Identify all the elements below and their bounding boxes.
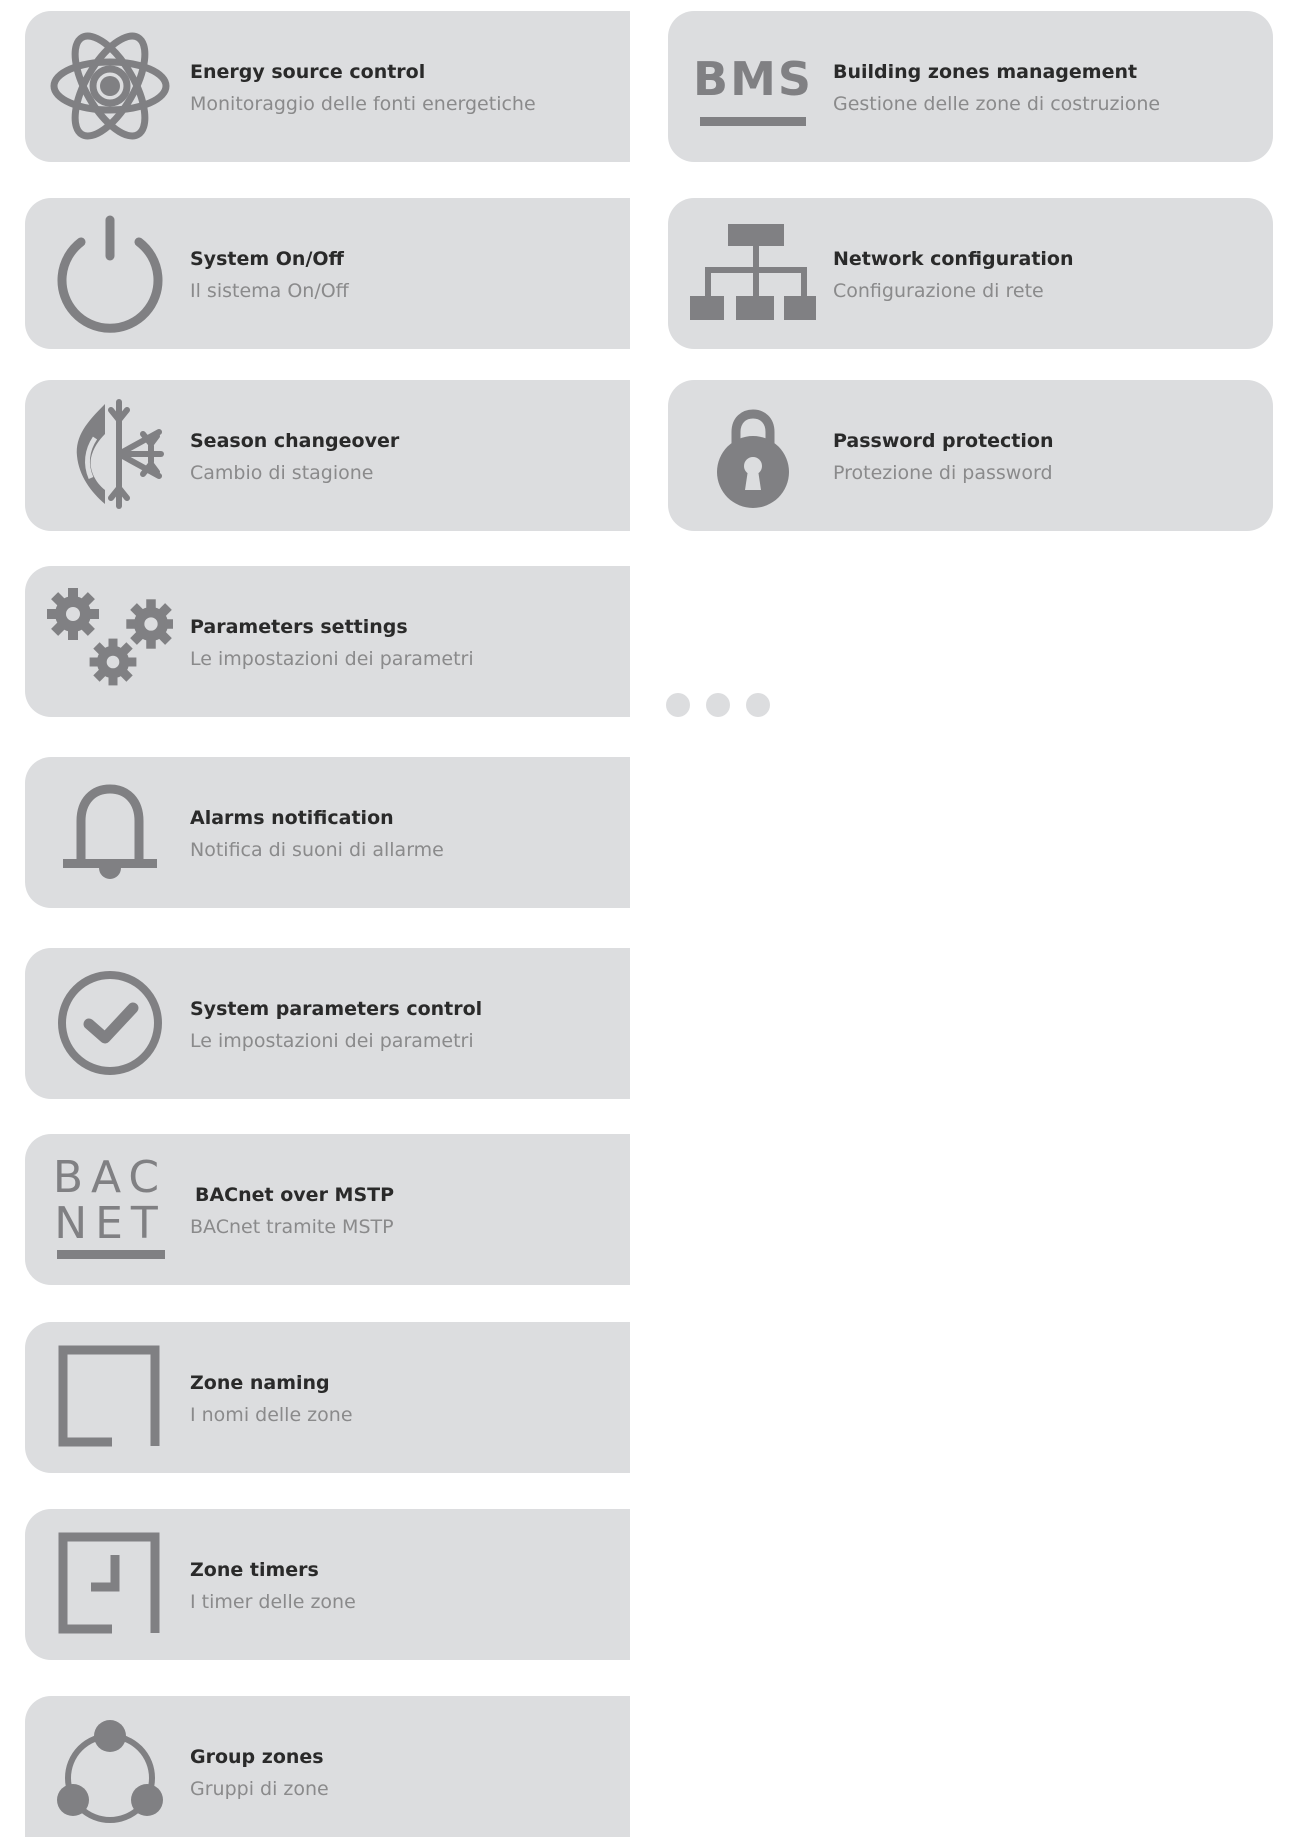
svg-text:BAC: BAC [53,1152,167,1203]
power-icon [47,212,173,334]
zone-timer-icon [47,1523,173,1645]
card-title: System parameters control [190,998,483,1020]
card-system-on-off: System On/Off Il sistema On/Off [25,198,630,349]
card-title: Alarms notification [190,807,394,829]
bacnet-icon: BAC NET [47,1148,173,1270]
card-building-zones-management: BMS Building zones management Gestione d… [668,11,1273,162]
gears-icon [47,580,173,702]
atom-icon [47,25,173,147]
card-subtitle: I timer delle zone [190,1591,356,1613]
card-subtitle: Le impostazioni dei parametri [190,1030,474,1052]
card-subtitle: Le impostazioni dei parametri [190,648,474,670]
card-group-zones: Group zones Gruppi di zone [25,1696,630,1837]
padlock-icon [690,394,816,516]
card-title: System On/Off [190,248,344,270]
card-title: Energy source control [190,61,426,83]
card-title: Zone timers [190,1559,319,1581]
card-system-parameters-control: System parameters control Le impostazion… [25,948,630,1099]
card-title: Season changeover [190,430,400,452]
card-title: Zone naming [190,1372,330,1394]
pager-dot[interactable] [746,693,770,717]
network-icon [690,212,816,334]
card-subtitle: Protezione di password [833,462,1053,484]
card-subtitle: Gruppi di zone [190,1778,329,1800]
card-title: Network configuration [833,248,1074,270]
zone-frame-icon [47,1336,173,1458]
card-energy-source-control: Energy source control Monitoraggio delle… [25,11,630,162]
bell-icon [47,771,173,893]
card-bacnet-over-mstp: BAC NET BACnet over MSTP BACnet tramite … [25,1134,630,1285]
card-password-protection: Password protection Protezione di passwo… [668,380,1273,531]
card-title: Building zones management [833,61,1138,83]
card-title: Group zones [190,1746,324,1768]
card-subtitle: BACnet tramite MSTP [190,1216,394,1238]
card-zone-timers: Zone timers I timer delle zone [25,1509,630,1660]
card-subtitle: Notifica di suoni di allarme [190,839,444,861]
card-subtitle: Gestione delle zone di costruzione [833,93,1161,115]
pager-dot[interactable] [666,693,690,717]
card-title: Password protection [833,430,1054,452]
card-title: Parameters settings [190,616,408,638]
pager-dot[interactable] [706,693,730,717]
card-subtitle: Il sistema On/Off [190,280,349,302]
card-subtitle: I nomi delle zone [190,1404,353,1426]
bms-icon: BMS [690,25,816,147]
card-parameters-settings: Parameters settings Le impostazioni dei … [25,566,630,717]
card-season-changeover: Season changeover Cambio di stagione [25,380,630,531]
svg-text:BMS: BMS [693,52,813,106]
card-zone-naming: Zone naming I nomi delle zone [25,1322,630,1473]
pager-dots [666,693,770,717]
group-nodes-icon [47,1710,173,1832]
card-title: BACnet over MSTP [195,1184,395,1206]
svg-text:NET: NET [54,1198,166,1249]
card-subtitle: Monitoraggio delle fonti energetiche [190,93,536,115]
flame-snowflake-icon [47,394,173,516]
card-subtitle: Configurazione di rete [833,280,1044,302]
card-network-configuration: Network configuration Configurazione di … [668,198,1273,349]
check-circle-icon [47,962,173,1084]
card-alarms-notification: Alarms notification Notifica di suoni di… [25,757,630,908]
card-subtitle: Cambio di stagione [190,462,374,484]
